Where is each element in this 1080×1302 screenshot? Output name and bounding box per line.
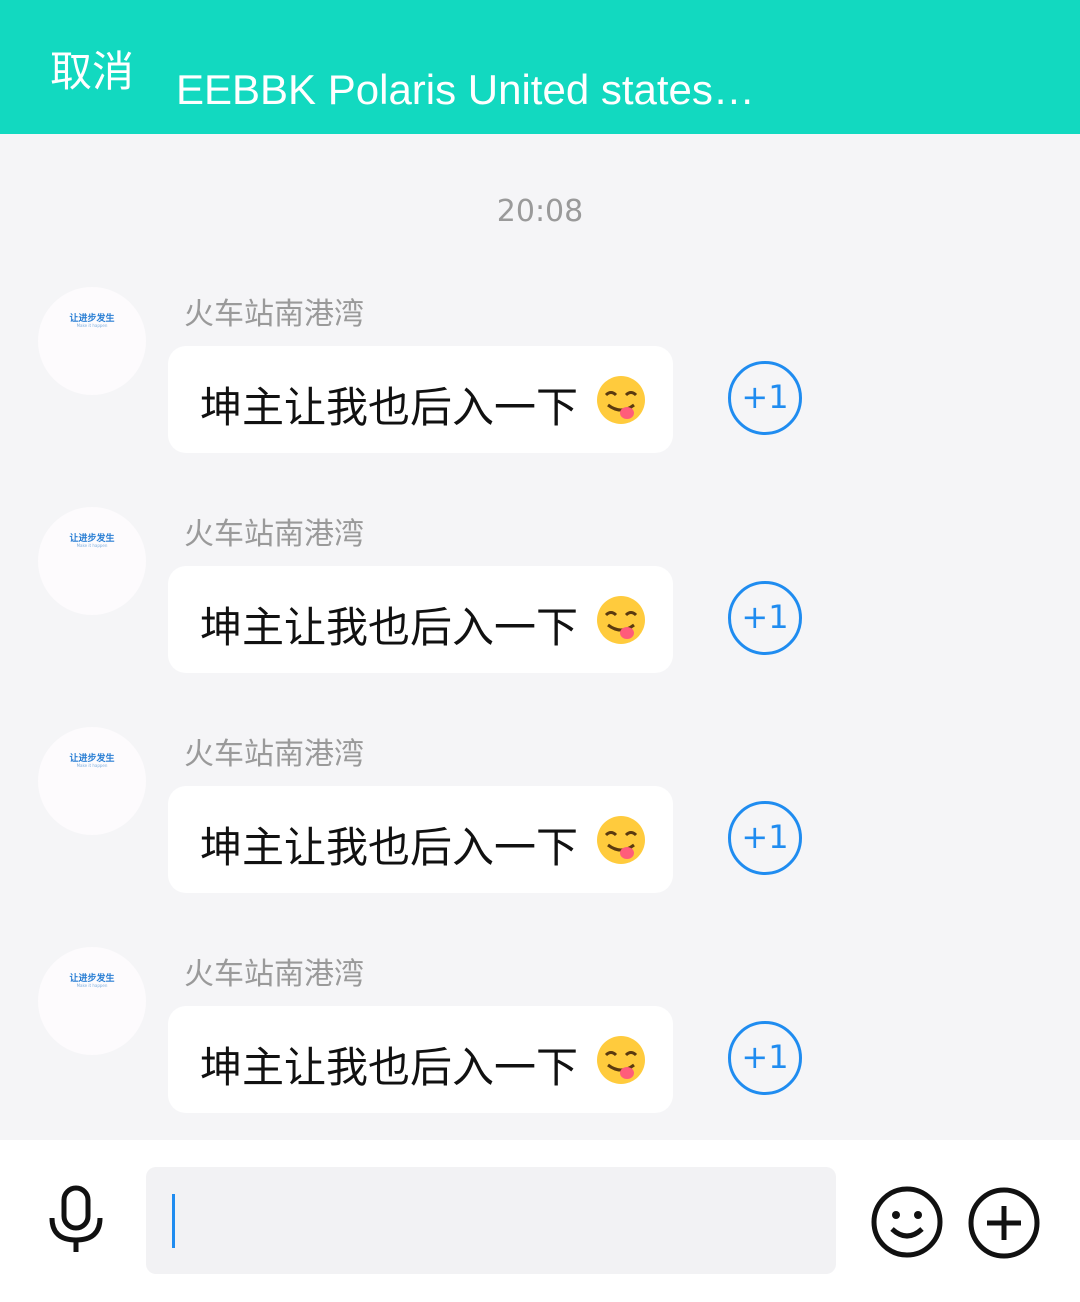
sender-name: 火车站南港湾 xyxy=(184,517,364,552)
message-input[interactable] xyxy=(182,1167,822,1274)
sender-name: 火车站南港湾 xyxy=(184,957,364,992)
message-text: 坤主让我也后入一下 xyxy=(200,1043,579,1092)
message-row: 让进步发生 Make it happen 火车站南港湾 坤主让我也后入一下 +1 xyxy=(0,507,1080,677)
text-cursor xyxy=(172,1194,175,1248)
message-row: 让进步发生 Make it happen 火车站南港湾 坤主让我也后入一下 +1 xyxy=(0,287,1080,457)
plus-one-button[interactable]: +1 xyxy=(728,581,802,655)
avatar[interactable]: 让进步发生 Make it happen xyxy=(38,287,146,395)
avatar-logo-subtext: Make it happen xyxy=(76,543,108,548)
message-bubble[interactable]: 坤主让我也后入一下 xyxy=(168,1006,673,1113)
savoring-face-emoji-icon xyxy=(597,596,645,644)
sender-name: 火车站南港湾 xyxy=(184,297,364,332)
message-input-box[interactable] xyxy=(146,1167,836,1274)
savoring-face-emoji-icon xyxy=(597,376,645,424)
message-text: 坤主让我也后入一下 xyxy=(200,823,579,872)
avatar[interactable]: 让进步发生 Make it happen xyxy=(38,947,146,1055)
sender-name: 火车站南港湾 xyxy=(184,737,364,772)
avatar-logo-subtext: Make it happen xyxy=(76,763,108,768)
plus-one-button[interactable]: +1 xyxy=(728,801,802,875)
cancel-button[interactable]: 取消 xyxy=(50,38,134,99)
plus-one-button[interactable]: +1 xyxy=(728,1021,802,1095)
smile-icon[interactable] xyxy=(870,1185,944,1259)
avatar[interactable]: 让进步发生 Make it happen xyxy=(38,507,146,615)
message-row: 让进步发生 Make it happen 火车站南港湾 坤主让我也后入一下 +1 xyxy=(0,947,1080,1117)
savoring-face-emoji-icon xyxy=(597,1036,645,1084)
microphone-icon[interactable] xyxy=(44,1184,108,1256)
message-text: 坤主让我也后入一下 xyxy=(200,383,579,432)
message-bubble[interactable]: 坤主让我也后入一下 xyxy=(168,786,673,893)
avatar-logo-subtext: Make it happen xyxy=(76,323,108,328)
avatar-logo-subtext: Make it happen xyxy=(76,983,108,988)
message-text: 坤主让我也后入一下 xyxy=(200,603,579,652)
savoring-face-emoji-icon xyxy=(597,816,645,864)
plus-one-button[interactable]: +1 xyxy=(728,361,802,435)
composer-bar xyxy=(0,1140,1080,1302)
message-bubble[interactable]: 坤主让我也后入一下 xyxy=(168,566,673,673)
message-timestamp: 20:08 xyxy=(496,194,584,229)
chat-title: EEBBK Polaris United states… xyxy=(176,66,755,113)
message-bubble[interactable]: 坤主让我也后入一下 xyxy=(168,346,673,453)
avatar[interactable]: 让进步发生 Make it happen xyxy=(38,727,146,835)
message-row: 让进步发生 Make it happen 火车站南港湾 坤主让我也后入一下 +1 xyxy=(0,727,1080,897)
top-bar: 取消 EEBBK Polaris United states… xyxy=(0,0,1080,134)
add-icon[interactable] xyxy=(967,1186,1041,1260)
